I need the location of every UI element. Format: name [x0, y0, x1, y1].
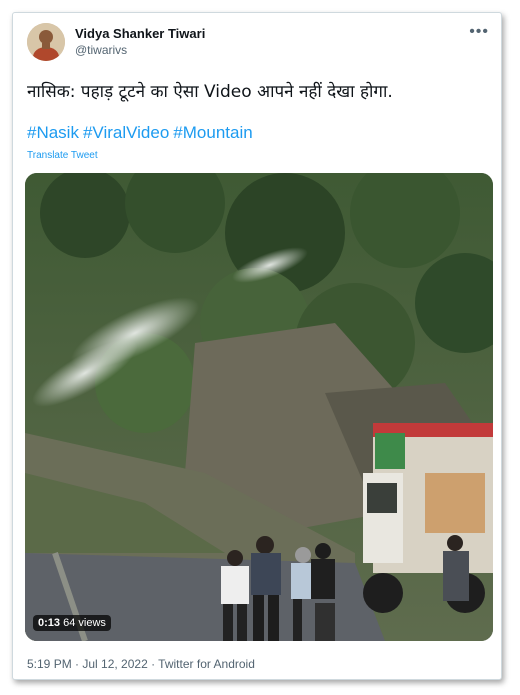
- more-horizontal-icon[interactable]: •••: [469, 23, 489, 41]
- video-duration: 0:13: [38, 617, 61, 629]
- translate-tweet-link[interactable]: Translate Tweet: [27, 150, 98, 161]
- tweet-timestamp[interactable]: 5:19 PM · Jul 12, 2022 · Twitter for And…: [27, 657, 255, 671]
- video-views: 64 views: [63, 617, 106, 629]
- video-thumbnail: [25, 173, 493, 641]
- author-handle[interactable]: @tiwarivs: [75, 43, 127, 57]
- hashtag-link[interactable]: #ViralVideo: [83, 123, 169, 142]
- video-stats-badge: 0:13 64 views: [33, 615, 111, 631]
- author-name[interactable]: Vidya Shanker Tiwari: [75, 26, 205, 41]
- hashtag-link[interactable]: #Mountain: [173, 123, 252, 142]
- tweet-text: नासिक: पहाड़ टूटने का ऐसा Video आपने नही…: [27, 82, 393, 102]
- avatar[interactable]: [27, 23, 65, 61]
- hashtag-list: #Nasik #ViralVideo #Mountain: [27, 123, 257, 143]
- tweet-card: Vidya Shanker Tiwari @tiwarivs ••• नासिक…: [12, 12, 502, 680]
- hashtag-link[interactable]: #Nasik: [27, 123, 79, 142]
- video-player[interactable]: 0:13 64 views: [25, 173, 493, 641]
